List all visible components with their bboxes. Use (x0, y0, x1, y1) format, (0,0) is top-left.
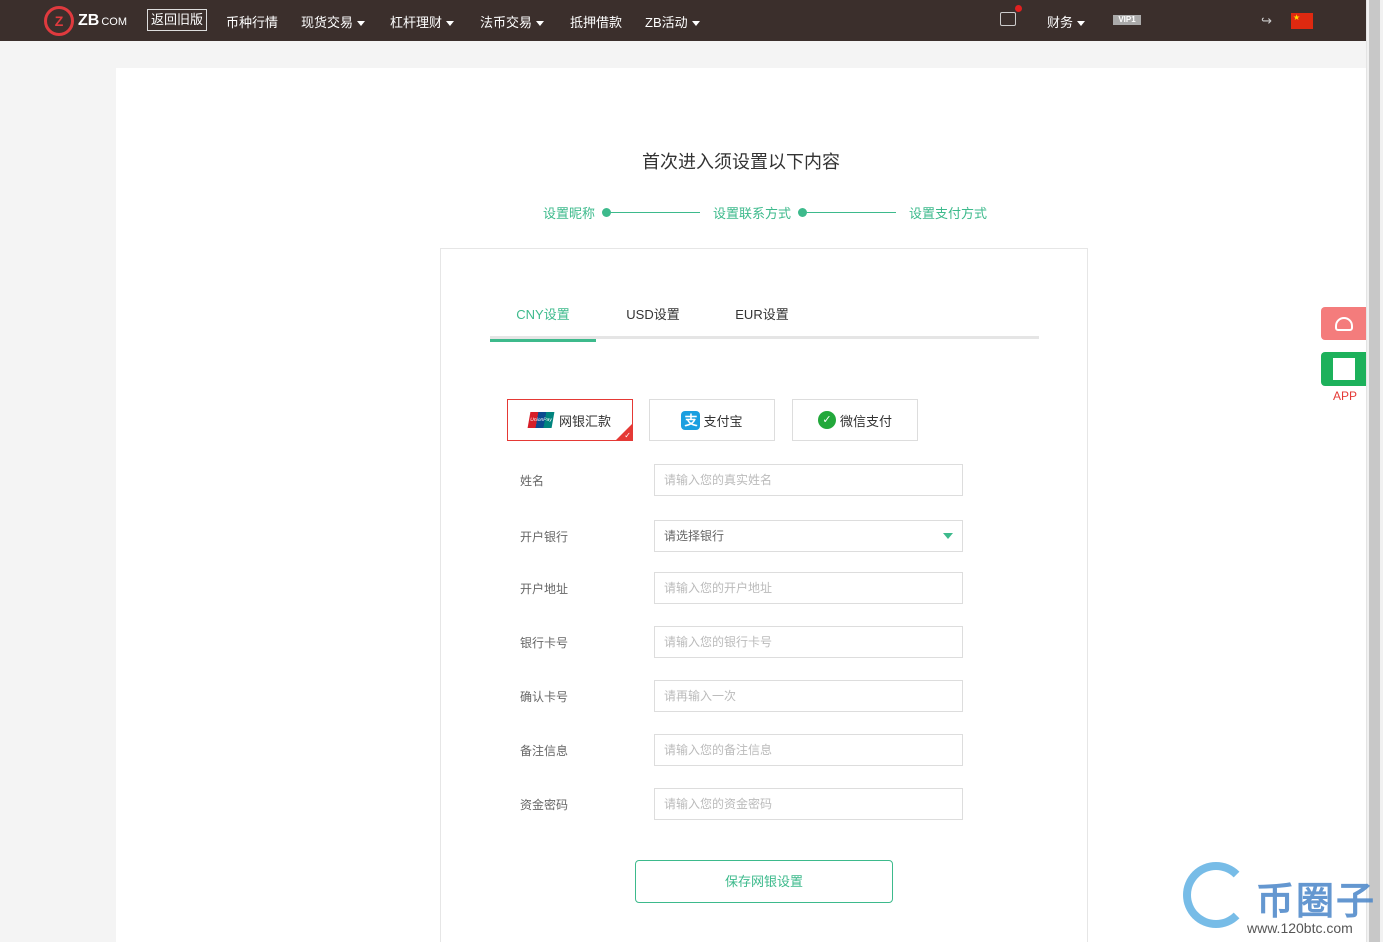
step-dot (798, 208, 807, 217)
payment-settings-card: CNY设置 USD设置 EUR设置 UnionPay 网银汇款 ✓ 支 支付宝 … (440, 248, 1088, 942)
card-number-input[interactable] (654, 626, 963, 658)
tab-eur[interactable]: EUR设置 (709, 307, 815, 339)
chevron-down-icon (691, 21, 700, 27)
name-input[interactable] (654, 464, 963, 496)
payment-bank-transfer-label: 网银汇款 (558, 413, 611, 429)
unionpay-icon: UnionPay (527, 412, 555, 428)
card-label: 银行卡号 (520, 636, 569, 650)
payment-alipay-label: 支付宝 (703, 413, 743, 429)
zb-logo-mark: Z (44, 6, 74, 36)
qr-code-icon (1332, 358, 1355, 380)
alipay-icon: 支 (681, 410, 701, 430)
address-label: 开户地址 (520, 582, 569, 596)
flag-star: ★ (1293, 13, 1301, 22)
page-title: 首次进入须设置以下内容 (642, 152, 840, 172)
payment-wechat-label: 微信支付 (839, 413, 892, 429)
china-flag-icon[interactable]: ★ (1291, 13, 1313, 29)
confirm-card-input[interactable] (654, 680, 963, 712)
remark-input[interactable] (654, 734, 963, 766)
payment-alipay-button[interactable]: 支 支付宝 (649, 399, 775, 441)
step-connector (611, 212, 700, 213)
zb-logo-text: ZB COM (78, 12, 127, 30)
logo-text-main: ZB (78, 12, 100, 29)
logout-icon[interactable]: ↪ (1261, 13, 1272, 29)
notification-dot (1015, 5, 1022, 12)
nav-fiat-trading[interactable]: 法币交易 (480, 12, 545, 31)
bank-select-value: 请选择银行 (664, 529, 725, 543)
step-connector (807, 212, 896, 213)
app-download-button[interactable] (1321, 352, 1366, 386)
logo-text-suffix: COM (101, 16, 127, 28)
message-icon[interactable] (1000, 12, 1016, 26)
nav-finance-label: 财务 (1047, 15, 1074, 30)
tab-cny[interactable]: CNY设置 (490, 307, 596, 342)
remark-label: 备注信息 (520, 744, 569, 758)
nav-loan-label: 抵押借款 (570, 15, 623, 30)
chevron-down-icon (1077, 21, 1086, 27)
app-label[interactable]: APP (1333, 389, 1357, 403)
nav-activity[interactable]: ZB活动 (645, 12, 700, 31)
nav-loan[interactable]: 抵押借款 (570, 12, 622, 31)
headset-icon (1334, 316, 1353, 331)
payment-wechat-button[interactable]: ✓ 微信支付 (792, 399, 918, 441)
nav-margin[interactable]: 杠杆理财 (390, 12, 455, 31)
chevron-down-icon (943, 533, 953, 539)
nav-spot-trading[interactable]: 现货交易 (301, 12, 366, 31)
tab-usd[interactable]: USD设置 (600, 307, 706, 339)
watermark-text: 币圈子 (1256, 881, 1377, 923)
currency-tabs: CNY设置 USD设置 EUR设置 (490, 307, 1039, 342)
nav-activity-label: ZB活动 (645, 15, 688, 30)
fund-password-input[interactable] (654, 788, 963, 820)
save-bank-settings-button[interactable]: 保存网银设置 (635, 860, 893, 903)
customer-service-button[interactable] (1321, 307, 1366, 340)
checkmark-icon: ✓ (624, 431, 631, 440)
fund-password-label: 资金密码 (520, 798, 569, 812)
bank-select[interactable]: 请选择银行 (654, 520, 963, 552)
name-label: 姓名 (520, 474, 545, 488)
nav-margin-label: 杠杆理财 (390, 15, 443, 30)
chevron-down-icon (536, 21, 545, 27)
payment-bank-transfer-button[interactable]: UnionPay 网银汇款 ✓ (507, 399, 633, 441)
bank-label: 开户银行 (520, 530, 569, 544)
step-dot (602, 208, 611, 217)
nav-market-label: 币种行情 (226, 15, 279, 30)
step-contact: 设置联系方式 (713, 206, 792, 221)
nav-market[interactable]: 币种行情 (226, 12, 278, 31)
nav-fiat-label: 法币交易 (480, 15, 533, 30)
zb-logo[interactable]: Z ZB COM (44, 6, 127, 36)
watermark-logo (1183, 862, 1249, 928)
chevron-down-icon (446, 21, 455, 27)
step-nickname: 设置昵称 (543, 206, 596, 221)
vip-badge[interactable]: VIP1 (1113, 15, 1141, 25)
chevron-down-icon (357, 21, 366, 27)
address-input[interactable] (654, 572, 963, 604)
watermark-url: www.120btc.com (1247, 920, 1353, 936)
confirm-card-label: 确认卡号 (520, 690, 569, 704)
top-nav-bar: Z ZB COM 返回旧版 币种行情 现货交易 杠杆理财 法币交易 抵押借款 ZB… (0, 0, 1366, 41)
main-panel: 首次进入须设置以下内容 设置昵称 设置联系方式 设置支付方式 CNY设置 USD… (116, 68, 1366, 942)
nav-spot-label: 现货交易 (301, 15, 354, 30)
nav-finance[interactable]: 财务 (1047, 12, 1086, 31)
wechat-pay-icon: ✓ (817, 411, 836, 429)
page-scrollbar-thumb[interactable] (1369, 0, 1380, 942)
return-old-version-button[interactable]: 返回旧版 (147, 9, 208, 31)
step-payment: 设置支付方式 (909, 206, 988, 221)
